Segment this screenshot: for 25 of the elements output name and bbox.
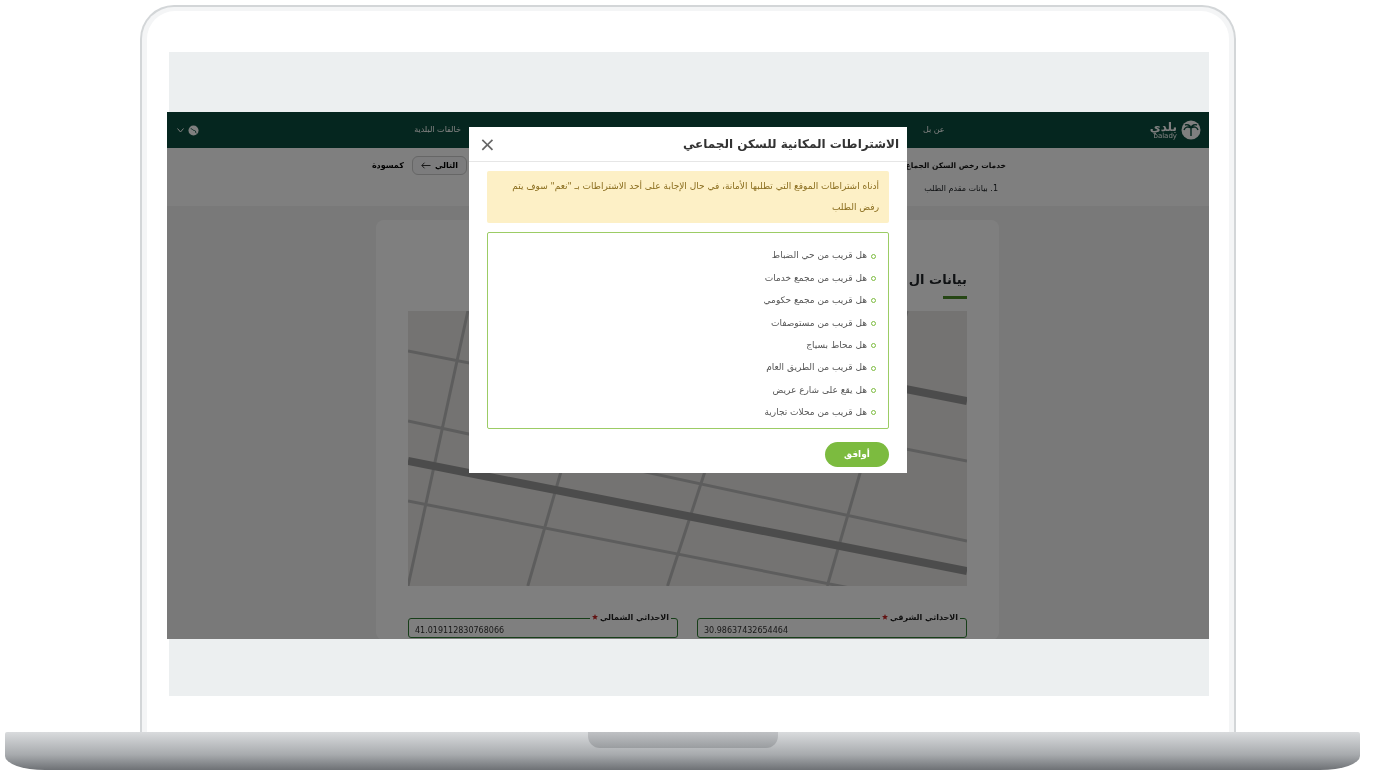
modal-title: الاشتراطات المكانية للسكن الجماعي bbox=[682, 136, 899, 152]
condition-text: هل قريب من حي الضباط bbox=[771, 249, 867, 263]
nav-link[interactable]: عن بل bbox=[922, 124, 945, 136]
condition-text: هل قريب من الطريق العام bbox=[766, 361, 867, 375]
warning-alert: أدناه اشتراطات الموقع التي تطلبها الأمانة، في حال الإجابة على أحد الاشتراطات بـ "نعم" سوف يتم رفض الطلب bbox=[487, 171, 889, 223]
next-button[interactable]: التالي bbox=[411, 156, 467, 175]
heading-underline bbox=[943, 295, 967, 299]
arrow-left-icon bbox=[420, 162, 431, 169]
field-label: الاحداثي الشمالي bbox=[589, 611, 671, 624]
condition-text: هل محاط بسياج bbox=[806, 339, 867, 352]
nav-link[interactable]: خالفات البلدية bbox=[414, 124, 461, 136]
globe-icon[interactable] bbox=[188, 124, 199, 136]
palm-logo-icon bbox=[1181, 120, 1201, 140]
condition-text: هل قريب من مجمع خدمات bbox=[764, 271, 867, 285]
condition-text: هل قريب من مستوصفات bbox=[770, 316, 867, 330]
condition-text: هل قريب من مجمع حكومي bbox=[763, 294, 867, 308]
step-label[interactable]: 1. بيانات مقدم الطلب bbox=[924, 183, 998, 195]
condition-text: هل يقع على شارع عريض bbox=[772, 383, 867, 397]
logo-text: بلدي bbox=[1149, 120, 1177, 133]
section-heading: بيانات ال bbox=[908, 271, 967, 289]
close-button[interactable]: × bbox=[479, 134, 496, 154]
condition-text: هل قريب من محلات تجارية bbox=[764, 406, 867, 420]
chevron-down-icon[interactable] bbox=[177, 127, 184, 133]
draft-button[interactable]: كمسودة bbox=[363, 156, 412, 175]
field-label: الاحداثي الشرقي bbox=[880, 611, 960, 624]
